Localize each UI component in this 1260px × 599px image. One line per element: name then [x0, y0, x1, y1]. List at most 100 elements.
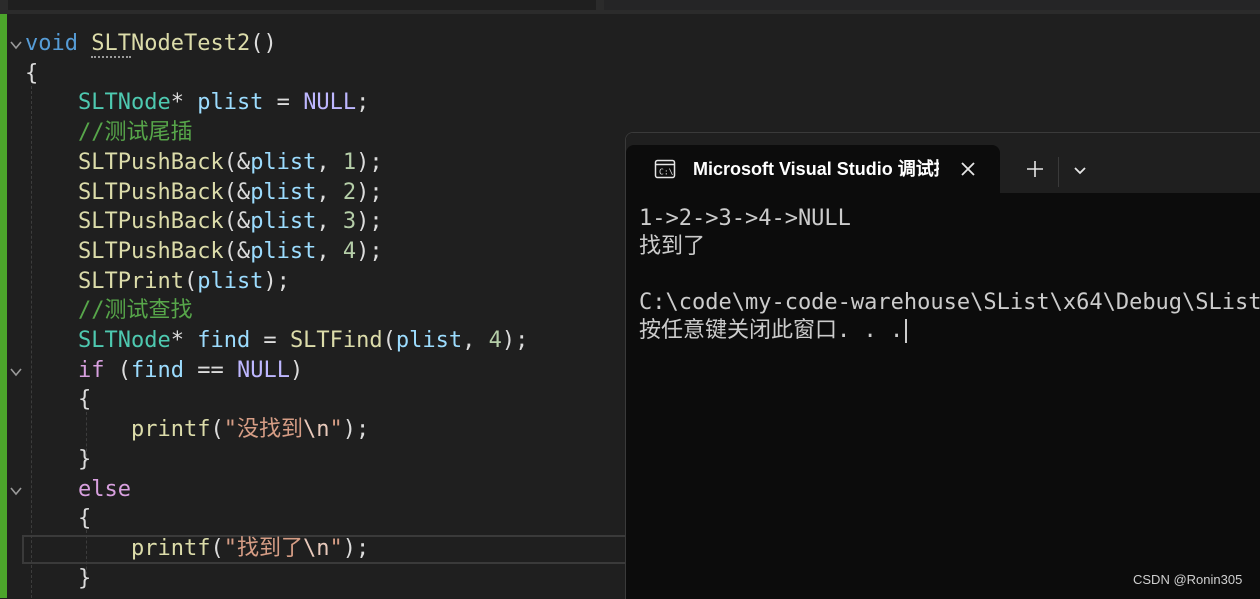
code-token: , — [316, 149, 343, 175]
code-token: () — [250, 31, 277, 56]
code-token: = — [263, 90, 304, 116]
console-output-line: C:\code\my-code-warehouse\SList\x64\Debu… — [639, 290, 1260, 315]
chevron-down-icon[interactable] — [1070, 160, 1090, 180]
code-token: SLTPushBack — [77, 149, 224, 175]
code-token: NULL — [303, 90, 357, 116]
code-token: { — [25, 60, 39, 86]
toolbar-divider — [1058, 157, 1059, 187]
code-token: , — [316, 209, 343, 235]
watermark: CSDN @Ronin305 — [1133, 572, 1243, 587]
code-token: else — [77, 476, 131, 502]
code-line[interactable]: printf("没找到\n"); — [25, 415, 369, 445]
code-token: ( — [382, 328, 396, 353]
code-token: (& — [223, 179, 251, 205]
code-token: = — [250, 328, 290, 353]
code-token: 4 — [488, 328, 502, 353]
console-output-line: 按任意键关闭此窗口. . . — [639, 317, 908, 345]
fold-chevron-icon[interactable] — [9, 38, 23, 52]
code-token: "找到了 — [223, 535, 303, 561]
code-token: plist — [395, 328, 463, 353]
code-token: plist — [250, 179, 317, 205]
code-token: printf — [130, 417, 211, 443]
code-token: NodeTest2 — [130, 31, 251, 56]
code-line[interactable]: { — [25, 504, 91, 534]
code-token: ); — [342, 417, 370, 443]
code-token: void — [25, 31, 78, 56]
fold-chevron-icon[interactable] — [9, 365, 23, 379]
member-dropdown[interactable] — [8, 0, 596, 10]
code-line[interactable]: } — [25, 564, 91, 594]
code-token: } — [25, 446, 92, 472]
code-token: plist — [250, 149, 317, 175]
code-line[interactable]: { — [25, 59, 38, 89]
code-token: ); — [356, 209, 383, 235]
console-prompt-text: 按任意键关闭此窗口. . . — [639, 318, 904, 343]
code-token: } — [25, 565, 92, 591]
console-output-line: 1->2->3->4->NULL — [639, 206, 851, 231]
console-icon: C:\ — [654, 158, 676, 180]
code-token: SLTNode — [77, 90, 171, 116]
code-line[interactable]: SLTNode* plist = NULL; — [25, 88, 369, 118]
console-tab-title: Microsoft Visual Studio 调试控制台 — [693, 159, 939, 179]
code-token: , — [316, 238, 343, 264]
code-token: plist — [250, 209, 317, 235]
text-cursor — [905, 319, 908, 343]
fold-chevron-icon[interactable] — [9, 484, 23, 498]
code-token: (& — [223, 209, 251, 235]
code-line[interactable]: SLTPushBack(&plist, 2); — [25, 178, 383, 208]
scope-dropdown[interactable] — [604, 0, 1260, 10]
code-token: ); — [356, 238, 383, 264]
editor-top-bar — [0, 0, 1260, 14]
code-line[interactable]: //测试查找 — [25, 296, 193, 326]
code-line[interactable]: { — [25, 385, 91, 415]
plus-icon[interactable] — [1024, 158, 1046, 180]
code-line[interactable]: SLTPushBack(&plist, 3); — [25, 207, 383, 237]
code-token: ); — [263, 268, 290, 294]
debug-console-window[interactable]: C:\ Microsoft Visual Studio 调试控制台 1->2->… — [625, 132, 1260, 599]
code-token: SLT — [91, 31, 131, 58]
change-tracking-bar — [0, 14, 7, 598]
code-token: (& — [223, 238, 251, 264]
code-token: //测试查找 — [77, 298, 193, 324]
code-token: SLTPushBack — [77, 179, 224, 205]
code-line[interactable]: //测试尾插 — [25, 118, 193, 148]
code-token: SLTPushBack — [77, 209, 224, 235]
code-token: find — [197, 328, 251, 353]
code-token: (& — [223, 149, 251, 175]
code-token: , — [316, 179, 343, 205]
svg-text:C:\: C:\ — [659, 168, 674, 177]
code-token: //测试尾插 — [77, 120, 193, 146]
code-line[interactable]: SLTNode* find = SLTFind(plist, 4); — [25, 326, 528, 356]
code-line[interactable]: SLTPushBack(&plist, 4); — [25, 237, 383, 267]
code-line[interactable]: printf("找到了\n"); — [25, 534, 369, 564]
code-token: * — [170, 328, 198, 353]
code-token: * — [170, 90, 198, 116]
code-token: 3 — [342, 209, 357, 235]
code-token: ( — [210, 535, 224, 561]
code-token: 4 — [342, 238, 357, 264]
code-token: ( — [183, 268, 198, 294]
code-line[interactable]: } — [25, 445, 91, 475]
code-line[interactable]: SLTPushBack(&plist, 1); — [25, 148, 383, 178]
code-line[interactable]: void SLTNodeTest2() — [25, 29, 277, 59]
code-line[interactable]: else — [25, 475, 131, 505]
code-token: find — [130, 357, 184, 383]
code-token: ); — [356, 179, 383, 205]
code-token: 1 — [342, 149, 357, 175]
code-token: ); — [501, 328, 529, 353]
code-line[interactable]: if (find == NULL) — [25, 356, 303, 386]
code-token: ; — [356, 90, 370, 116]
close-icon[interactable] — [957, 158, 979, 180]
code-token: plist — [197, 268, 264, 294]
console-output-line: 找到了 — [639, 234, 706, 259]
code-token: SLTPrint — [77, 268, 184, 294]
code-line[interactable]: SLTPrint(plist); — [25, 267, 290, 297]
